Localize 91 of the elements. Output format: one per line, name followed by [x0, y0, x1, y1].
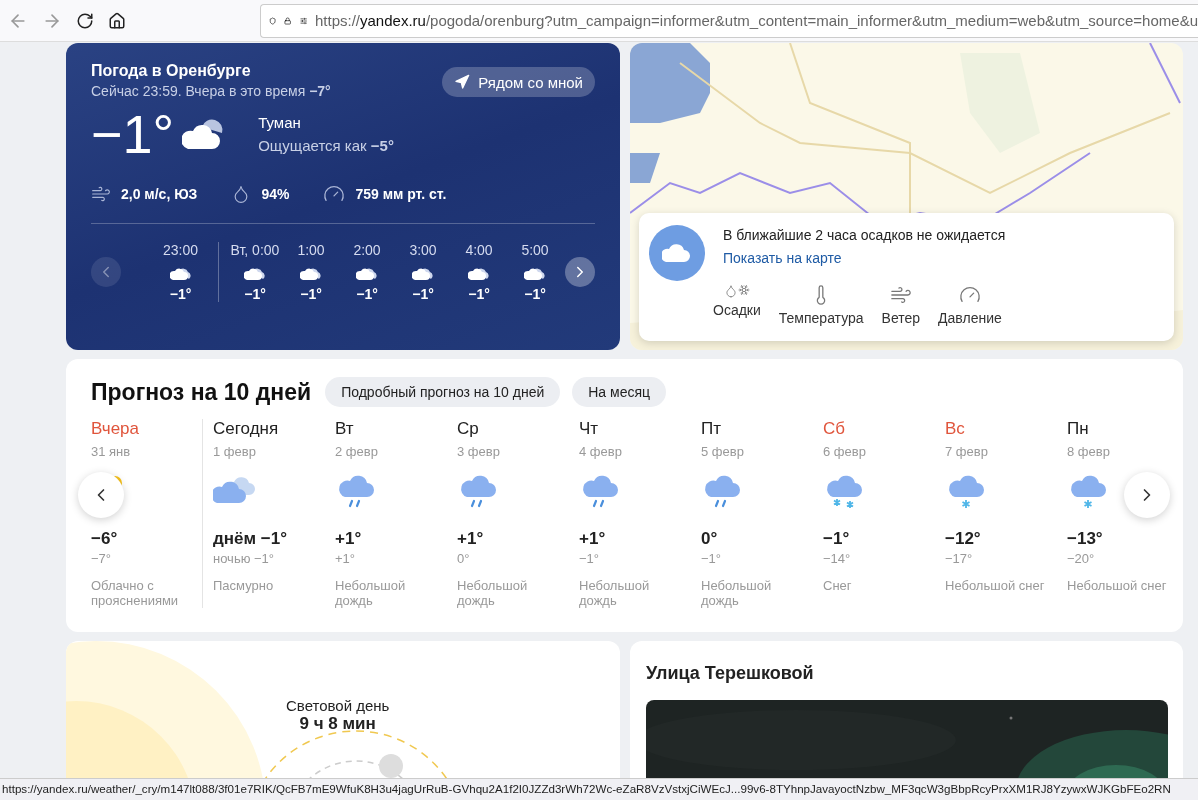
- day-date: 8 февр: [1067, 444, 1111, 459]
- night-temperature: −1°: [579, 551, 601, 566]
- forecast-link-button[interactable]: Подробный прогноз на 10 дней: [325, 377, 561, 407]
- hour-time: 3:00: [409, 242, 437, 258]
- forecast-link-button[interactable]: На месяц: [572, 377, 667, 407]
- day-temperature: −6°: [91, 529, 119, 549]
- daylight-label: Световой день: [286, 697, 390, 714]
- day-temperature: −13°: [1067, 529, 1104, 549]
- night-temperature: −17°: [945, 551, 974, 566]
- hour-time: 2:00: [353, 242, 381, 258]
- feels-like-text: Ощущается как −5°: [258, 137, 394, 154]
- day-name: Вчера: [91, 419, 140, 439]
- hour-time: 23:00: [162, 242, 198, 258]
- status-bar-url: https://yandex.ru/weather/_cry/m147lt088/3f01e7RIK/QcFB7mE9WfuK8H3u4jagUrRuB-GVhqu2A1f2I0JZZd3rWh72Wc-eZaR8VzVstxjCiWEcJ...99v6-8TYhnpJavayoctNzbw_MF3qcW3gBbpRcyPrxXM1RJ8YzywxWJKGbFEo2RN: [0, 778, 1198, 800]
- hour-time: 4:00: [465, 242, 493, 258]
- night-temperature: +1°: [335, 551, 357, 566]
- day-temperature: +1°: [457, 529, 485, 549]
- day-name: Вс: [945, 419, 966, 439]
- hour-temperature: −1°: [468, 286, 490, 302]
- day-date: 5 февр: [701, 444, 745, 459]
- day-date: 7 февр: [945, 444, 989, 459]
- day-temperature: −12°: [945, 529, 982, 549]
- forecast-title: Прогноз на 10 дней: [91, 378, 312, 406]
- day-temperature: −1°: [823, 529, 851, 549]
- url-text: https://yandex.ru/pogoda/orenburg?utm_campaign=informer&utm_content=main_informer&utm_medium=web&utm_source=home&u: [315, 12, 1198, 29]
- address-bar[interactable]: https://yandex.ru/pogoda/orenburg?utm_campaign=informer&utm_content=main_informer&utm_medium=web&utm_source=home&u: [260, 3, 1198, 38]
- map-layer-button[interactable]: Ветер: [881, 284, 921, 326]
- day-condition: Небольшой дождь: [701, 578, 773, 608]
- day-temperature: +1°: [579, 529, 607, 549]
- show-on-map-link[interactable]: Показать на карте: [723, 250, 1006, 266]
- nowcast-text: В ближайшие 2 часа осадков не ожидается: [723, 227, 1006, 243]
- nearby-button[interactable]: Рядом со мной: [442, 67, 595, 97]
- night-temperature: −20°: [1067, 551, 1096, 566]
- next-button[interactable]: [565, 257, 595, 287]
- wind-value: 2,0 м/с, ЮЗ: [121, 186, 198, 202]
- night-temperature: −14°: [823, 551, 852, 566]
- hour-temperature: −1°: [412, 286, 434, 302]
- night-temperature: ночью −1°: [213, 551, 276, 566]
- location-arrow-icon: [454, 74, 471, 90]
- day-name: Чт: [579, 419, 600, 439]
- day-condition: Небольшой дождь: [457, 578, 529, 608]
- day-temperature: +1°: [335, 529, 363, 549]
- pressure-value: 759 мм рт. ст.: [355, 186, 447, 202]
- map-layer-button[interactable]: Осадки: [713, 284, 761, 326]
- day-condition: Пасмурно: [213, 578, 275, 593]
- hour-time: 5:00: [521, 242, 549, 258]
- hour-time: Вт, 0:00: [230, 242, 280, 258]
- night-temperature: −1°: [701, 551, 723, 566]
- day-name: Сегодня: [213, 419, 280, 439]
- day-date: 6 февр: [823, 444, 867, 459]
- day-condition: Небольшой снег: [945, 578, 1046, 593]
- hour-time: 1:00: [297, 242, 325, 258]
- day-temperature: 0°: [701, 529, 719, 549]
- cloud-icon: [649, 225, 705, 281]
- hour-temperature: −1°: [300, 286, 322, 302]
- day-date: 3 февр: [457, 444, 501, 459]
- day-date: 31 янв: [91, 444, 132, 459]
- night-temperature: 0°: [457, 551, 471, 566]
- city-title: Погода в Оренбурге: [91, 62, 251, 79]
- day-condition: Небольшой снег: [1067, 578, 1168, 593]
- map-layer-button[interactable]: Температура: [778, 284, 864, 326]
- condition-text: Туман: [258, 114, 302, 131]
- street-title: Улица Терешковой: [645, 662, 815, 685]
- day-name: Пн: [1067, 419, 1090, 439]
- day-name: Пт: [701, 419, 722, 439]
- wind-icon: [889, 284, 912, 306]
- day-condition: Небольшой дождь: [335, 578, 407, 608]
- hour-temperature: −1°: [356, 286, 378, 302]
- night-temperature: −7°: [91, 551, 113, 566]
- home-button[interactable]: [108, 11, 126, 30]
- day-date: 1 февр: [213, 444, 257, 459]
- hour-temperature: −1°: [244, 286, 266, 302]
- drop-snowflake-icon: [723, 284, 750, 298]
- day-name: Сб: [823, 419, 846, 439]
- humidity-value: 94%: [261, 186, 290, 202]
- day-condition: Снег: [823, 578, 853, 593]
- hour-temperature: −1°: [169, 286, 192, 302]
- wind-icon: [91, 184, 111, 204]
- daylight-value: 9 ч 8 мин: [299, 714, 376, 734]
- day-name: Вт: [335, 419, 355, 439]
- day-date: 2 февр: [335, 444, 379, 459]
- hour-temperature: −1°: [524, 286, 546, 302]
- day-name: Ср: [457, 419, 480, 439]
- time-subtitle: Сейчас 23:59. Вчера в это время −7°: [91, 83, 331, 99]
- day-date: 4 февр: [579, 444, 623, 459]
- map-layer-button[interactable]: Давление: [938, 284, 1002, 326]
- day-temperature: днём −1°: [213, 529, 288, 549]
- day-condition: Облачно с прояснениями: [91, 578, 180, 608]
- current-temperature: −1°: [91, 107, 175, 161]
- reload-button[interactable]: [76, 11, 94, 30]
- day-condition: Небольшой дождь: [579, 578, 651, 608]
